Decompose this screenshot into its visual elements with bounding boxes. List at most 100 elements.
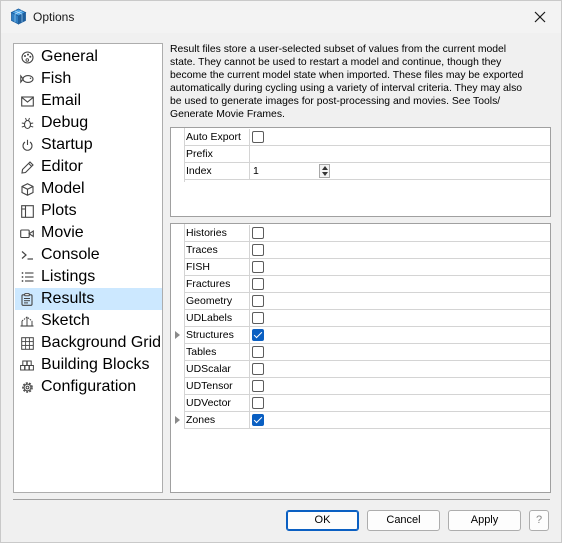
close-icon (534, 11, 546, 23)
property-value (250, 412, 550, 429)
result-item-row: Geometry (184, 293, 550, 310)
nav-item-email[interactable]: Email (15, 90, 162, 112)
fish-icon (20, 72, 34, 86)
property-value: 1 (250, 163, 550, 180)
pencil-icon (20, 160, 34, 174)
bug-icon (20, 116, 34, 130)
nav-item-label: Background Grid (41, 334, 162, 351)
cube-icon (20, 182, 34, 196)
nav-item-console[interactable]: Console (15, 244, 162, 266)
property-name: Prefix (184, 146, 250, 163)
tables-checkbox[interactable] (252, 346, 264, 358)
nav-item-movie[interactable]: Movie (15, 222, 162, 244)
nav-item-plots[interactable]: Plots (15, 200, 162, 222)
nav-item-model[interactable]: Model (15, 178, 162, 200)
nav-item-label: Plots (41, 202, 77, 219)
help-button[interactable]: ? (529, 510, 549, 531)
cancel-button[interactable]: Cancel (367, 510, 440, 531)
nav-item-label: Console (41, 246, 100, 263)
property-value (250, 259, 550, 276)
description-line: state. They cannot be used to restart a … (170, 57, 502, 68)
result-item-row: Zones (184, 412, 550, 429)
structures-checkbox[interactable] (252, 329, 264, 341)
nav-item-editor[interactable]: Editor (15, 156, 162, 178)
title-bar: Options (1, 1, 561, 33)
export-settings-grid: Auto Export Prefix Index 1 (170, 127, 551, 217)
result-item-row: Fractures (184, 276, 550, 293)
result-item-row: Traces (184, 242, 550, 259)
description-line: automatically during cycling using a var… (170, 83, 523, 94)
udlabels-checkbox[interactable] (252, 312, 264, 324)
result-item-label: Tables (184, 344, 250, 361)
nav-item-label: Sketch (41, 312, 90, 329)
zones-checkbox[interactable] (252, 414, 264, 426)
traces-checkbox[interactable] (252, 244, 264, 256)
description-line: be used to generate images for post-proc… (170, 96, 501, 107)
nav-item-fish[interactable]: Fish (15, 68, 162, 90)
result-item-label: Geometry (184, 293, 250, 310)
index-row: Index 1 (184, 163, 550, 180)
nav-item-configuration[interactable]: Configuration (15, 376, 162, 398)
property-value (250, 129, 550, 146)
result-item-label: UDTensor (184, 378, 250, 395)
close-button[interactable] (529, 6, 551, 28)
histories-checkbox[interactable] (252, 227, 264, 239)
nav-item-listings[interactable]: Listings (15, 266, 162, 288)
gear-icon (20, 380, 34, 394)
console-prompt-icon (20, 248, 34, 262)
nav-item-label: Email (41, 92, 82, 109)
property-value (250, 361, 550, 378)
nav-item-background-grid[interactable]: Background Grid (15, 332, 162, 354)
geometry-checkbox[interactable] (252, 295, 264, 307)
result-item-row: Tables (184, 344, 550, 361)
prefix-field[interactable] (250, 146, 550, 163)
description-line: Generate Movie Frames. (170, 109, 285, 120)
spin-down-icon[interactable] (322, 172, 328, 176)
expand-arrow-icon[interactable] (175, 416, 180, 424)
result-item-row: FISH (184, 259, 550, 276)
result-item-row: UDTensor (184, 378, 550, 395)
movie-camera-icon (20, 226, 34, 240)
result-item-row: Histories (184, 225, 550, 242)
index-spinner[interactable] (319, 164, 330, 178)
expand-arrow-icon[interactable] (175, 331, 180, 339)
envelope-icon (20, 94, 34, 108)
nav-item-building-blocks[interactable]: Building Blocks (15, 354, 162, 376)
palette-icon (20, 50, 34, 64)
udscalar-checkbox[interactable] (252, 363, 264, 375)
nav-item-label: Building Blocks (41, 356, 150, 373)
index-field[interactable]: 1 (252, 164, 314, 179)
auto-export-checkbox[interactable] (252, 131, 264, 143)
nav-item-general[interactable]: General (15, 46, 162, 68)
nav-item-label: Movie (41, 224, 84, 241)
result-item-label: Traces (184, 242, 250, 259)
result-item-label: Fractures (184, 276, 250, 293)
udvector-checkbox[interactable] (252, 397, 264, 409)
property-name: Index (184, 163, 250, 180)
nav-item-startup[interactable]: Startup (15, 134, 162, 156)
property-value (250, 310, 550, 327)
nav-item-results[interactable]: Results (15, 288, 162, 310)
button-separator (13, 499, 550, 500)
property-value (250, 378, 550, 395)
udtensor-checkbox[interactable] (252, 380, 264, 392)
result-items-grid: Histories Traces FISH Fractures Geometry… (170, 223, 551, 493)
result-item-label: Structures (184, 327, 250, 344)
grid-icon (20, 336, 34, 350)
nav-item-sketch[interactable]: Sketch (15, 310, 162, 332)
spin-up-icon[interactable] (322, 166, 328, 170)
nav-item-label: Results (41, 290, 95, 307)
app-cube-icon (10, 8, 27, 25)
apply-button[interactable]: Apply (448, 510, 521, 531)
clipboard-icon (20, 292, 34, 306)
result-item-label: UDVector (184, 395, 250, 412)
fractures-checkbox[interactable] (252, 278, 264, 290)
ok-button[interactable]: OK (286, 510, 359, 531)
result-item-label: Histories (184, 225, 250, 242)
result-item-label: UDLabels (184, 310, 250, 327)
nav-item-label: Listings (41, 268, 96, 285)
fish-checkbox[interactable] (252, 261, 264, 273)
nav-item-label: Debug (41, 114, 89, 131)
property-value (250, 146, 550, 163)
nav-item-debug[interactable]: Debug (15, 112, 162, 134)
